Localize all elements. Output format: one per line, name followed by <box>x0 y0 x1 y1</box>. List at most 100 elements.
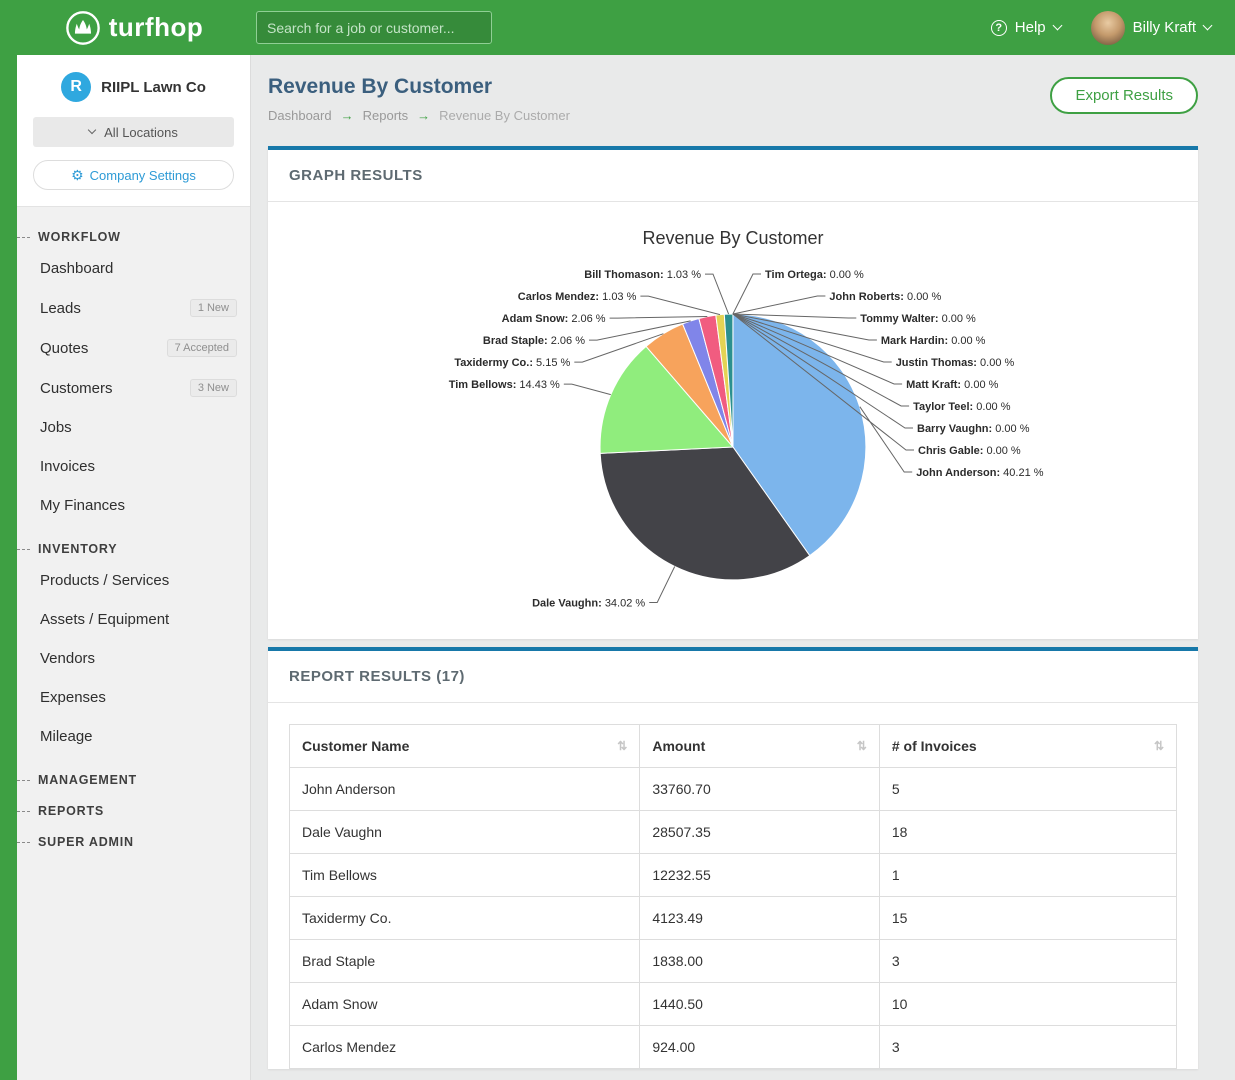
table-row-brad-staple[interactable]: Brad Staple1838.003 <box>290 940 1177 983</box>
table-row-tim-bellows[interactable]: Tim Bellows12232.551 <box>290 854 1177 897</box>
location-selector-label: All Locations <box>104 125 178 140</box>
col-header-label: Amount <box>652 738 705 754</box>
table-row-john-anderson[interactable]: John Anderson33760.705 <box>290 768 1177 811</box>
sidebar-item-label: Customers <box>40 380 113 397</box>
pie-label-barry-vaughn: Barry Vaughn: 0.00 % <box>917 423 1030 435</box>
sidebar-section-inventory[interactable]: INVENTORY <box>17 542 250 556</box>
table-cell: John Anderson <box>290 768 640 811</box>
pie-label-dale-vaughn: Dale Vaughn: 34.02 % <box>532 598 645 610</box>
user-menu[interactable]: Billy Kraft <box>1091 11 1211 45</box>
help-menu[interactable]: ? Help <box>991 19 1061 36</box>
sidebar-item-label: Leads <box>40 300 81 317</box>
pie-label-john-anderson: John Anderson: 40.21 % <box>916 467 1044 479</box>
table-cell: 10 <box>879 983 1176 1026</box>
pie-label-tommy-walter: Tommy Walter: 0.00 % <box>860 313 976 325</box>
tree-dash <box>17 237 30 238</box>
pie-label-chris-gable: Chris Gable: 0.00 % <box>918 445 1021 457</box>
sidebar: R RIIPL Lawn Co All Locations ⚙ Company … <box>17 55 251 1080</box>
sort-icon: ⇅ <box>857 739 867 753</box>
table-cell: 33760.70 <box>640 768 879 811</box>
search-input[interactable] <box>256 11 492 44</box>
pie-label-justin-thomas: Justin Thomas: 0.00 % <box>896 357 1015 369</box>
sidebar-section-label: WORKFLOW <box>38 230 121 244</box>
graph-results-title: GRAPH RESULTS <box>268 150 1198 202</box>
tree-dash <box>17 780 30 781</box>
sidebar-item-label: My Finances <box>40 497 125 514</box>
sidebar-item-expenses[interactable]: Expenses <box>17 678 250 717</box>
user-name: Billy Kraft <box>1133 19 1196 36</box>
main-content: Revenue By Customer Dashboard → Reports … <box>251 55 1235 1080</box>
tree-dash <box>17 842 30 843</box>
table-row-carlos-mendez[interactable]: Carlos Mendez924.003 <box>290 1026 1177 1069</box>
table-cell: Dale Vaughn <box>290 811 640 854</box>
company-settings-button[interactable]: ⚙ Company Settings <box>33 160 234 190</box>
col-header-amount[interactable]: Amount ⇅ <box>640 725 879 768</box>
sidebar-item-jobs[interactable]: Jobs <box>17 408 250 447</box>
pie-label-brad-staple: Brad Staple: 2.06 % <box>483 335 585 347</box>
sidebar-item-vendors[interactable]: Vendors <box>17 639 250 678</box>
table-cell: 3 <box>879 1026 1176 1069</box>
col-header-customer-name[interactable]: Customer Name⇅ <box>290 725 640 768</box>
sidebar-item-leads[interactable]: Leads1 New <box>17 288 250 328</box>
table-cell: 12232.55 <box>640 854 879 897</box>
turfhop-logo[interactable]: turfhop <box>17 10 251 46</box>
breadcrumb: Dashboard → Reports → Revenue By Custome… <box>268 108 570 123</box>
table-header-row: Customer Name⇅ Amount ⇅ # of Invoices ⇅ <box>290 725 1177 768</box>
pie-label-bill-thomason: Bill Thomason: 1.03 % <box>584 269 701 281</box>
page-title: Revenue By Customer <box>268 75 570 99</box>
breadcrumb-reports[interactable]: Reports <box>363 108 409 123</box>
company-settings-label: Company Settings <box>90 168 196 183</box>
sidebar-section-label: INVENTORY <box>38 542 117 556</box>
pie-label-connector <box>733 274 761 314</box>
pie-label-taxidermy-co: Taxidermy Co.: 5.15 % <box>454 357 570 369</box>
status-badge: 7 Accepted <box>167 339 237 357</box>
sidebar-item-invoices[interactable]: Invoices <box>17 447 250 486</box>
sidebar-item-mileage[interactable]: Mileage <box>17 717 250 756</box>
table-cell: 1 <box>879 854 1176 897</box>
sort-icon: ⇅ <box>617 739 627 753</box>
table-cell: 18 <box>879 811 1176 854</box>
col-header-label: # of Invoices <box>892 738 977 754</box>
export-results-button[interactable]: Export Results <box>1050 77 1198 114</box>
table-row-taxidermy-co[interactable]: Taxidermy Co.4123.4915 <box>290 897 1177 940</box>
left-accent-strip <box>0 55 17 1080</box>
sidebar-item-assets-equipment[interactable]: Assets / Equipment <box>17 600 250 639</box>
sidebar-item-quotes[interactable]: Quotes7 Accepted <box>17 328 250 368</box>
sort-icon: ⇅ <box>1154 739 1164 753</box>
pie-label-tim-ortega: Tim Ortega: 0.00 % <box>765 269 864 281</box>
table-row-adam-snow[interactable]: Adam Snow1440.5010 <box>290 983 1177 1026</box>
pie-label-connector <box>733 296 826 314</box>
pie-label-connector <box>705 274 729 314</box>
sidebar-item-dashboard[interactable]: Dashboard <box>17 249 250 288</box>
table-row-dale-vaughn[interactable]: Dale Vaughn28507.3518 <box>290 811 1177 854</box>
company[interactable]: R RIIPL Lawn Co <box>33 72 234 102</box>
sidebar-section-workflow[interactable]: WORKFLOW <box>17 230 250 244</box>
company-card: R RIIPL Lawn Co All Locations ⚙ Company … <box>17 55 250 207</box>
sidebar-section-reports[interactable]: REPORTS <box>17 804 250 818</box>
avatar <box>1091 11 1125 45</box>
sidebar-section-super-admin[interactable]: SUPER ADMIN <box>17 835 250 849</box>
pie-label-connector <box>860 407 912 472</box>
pie-label-connector <box>640 296 720 315</box>
chevron-down-icon <box>1203 21 1213 31</box>
sidebar-item-label: Jobs <box>40 419 72 436</box>
report-results-title: REPORT RESULTS (17) <box>268 651 1198 703</box>
chart-title: Revenue By Customer <box>642 228 823 248</box>
table-cell: 5 <box>879 768 1176 811</box>
sidebar-item-label: Mileage <box>40 728 93 745</box>
sidebar-item-my-finances[interactable]: My Finances <box>17 486 250 525</box>
breadcrumb-current: Revenue By Customer <box>439 108 570 123</box>
breadcrumb-dashboard[interactable]: Dashboard <box>268 108 332 123</box>
table-cell: 28507.35 <box>640 811 879 854</box>
table-cell: 1838.00 <box>640 940 879 983</box>
location-selector[interactable]: All Locations <box>33 117 234 147</box>
sidebar-section-management[interactable]: MANAGEMENT <box>17 773 250 787</box>
table-cell: Carlos Mendez <box>290 1026 640 1069</box>
sidebar-item-products-services[interactable]: Products / Services <box>17 561 250 600</box>
pie-label-john-roberts: John Roberts: 0.00 % <box>829 291 941 303</box>
report-results-panel: REPORT RESULTS (17) Customer Name⇅Amount… <box>268 647 1198 1069</box>
col-header-of-invoices[interactable]: # of Invoices ⇅ <box>879 725 1176 768</box>
sidebar-item-customers[interactable]: Customers3 New <box>17 368 250 408</box>
table-cell: 3 <box>879 940 1176 983</box>
help-label: Help <box>1015 19 1046 36</box>
